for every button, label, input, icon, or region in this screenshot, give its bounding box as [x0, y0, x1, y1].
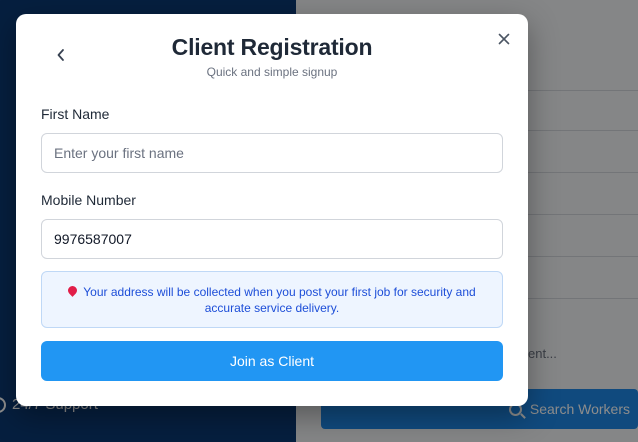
address-info-text: Your address will be collected when you …: [83, 284, 476, 315]
mobile-number-input[interactable]: [41, 219, 503, 259]
client-registration-modal: Client Registration Quick and simple sig…: [16, 14, 528, 406]
first-name-input[interactable]: [41, 133, 503, 173]
modal-subtitle: Quick and simple signup: [206, 65, 338, 79]
mobile-number-label: Mobile Number: [41, 192, 136, 208]
address-info-notice: Your address will be collected when you …: [41, 271, 503, 328]
address-info-text-wrap: Your address will be collected when you …: [60, 283, 484, 316]
first-name-label: First Name: [41, 106, 110, 122]
modal-title: Client Registration: [171, 34, 373, 60]
location-pin-icon: [66, 283, 80, 297]
join-as-client-button[interactable]: Join as Client: [41, 341, 503, 381]
